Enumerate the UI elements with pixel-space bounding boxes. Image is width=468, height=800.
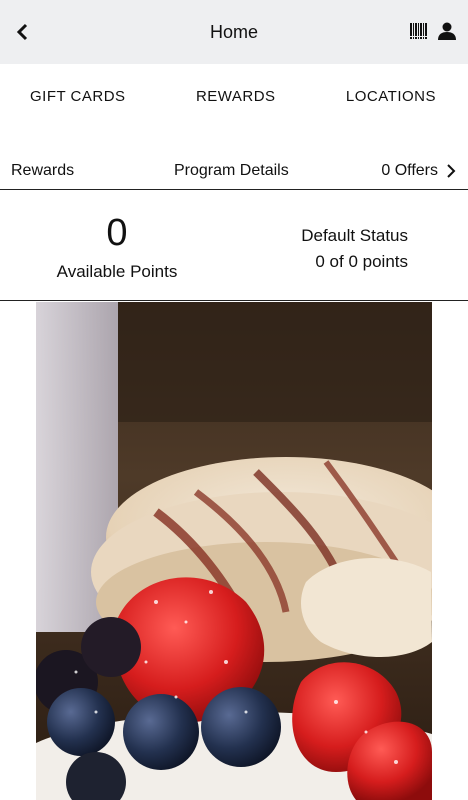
subnav-rewards[interactable]: Rewards: [11, 162, 74, 180]
main-nav: GIFT CARDS REWARDS LOCATIONS: [0, 64, 468, 128]
barcode-button[interactable]: [408, 19, 430, 43]
page-title: Home: [209, 21, 258, 42]
tab-rewards[interactable]: REWARDS: [196, 88, 276, 105]
pancakes-berries-image: [36, 302, 432, 800]
status-progress: 0 of 0 points: [315, 252, 408, 271]
chevron-left-icon: [16, 23, 28, 41]
available-points-value: 0: [106, 212, 128, 254]
status-title: Default Status: [301, 226, 408, 245]
offers-label: 0 Offers: [381, 161, 438, 179]
tab-locations[interactable]: LOCATIONS: [346, 88, 436, 105]
header-actions: [408, 19, 458, 43]
barcode-icon: [410, 23, 427, 39]
chevron-right-icon: [447, 163, 456, 178]
subnav-program-details[interactable]: Program Details: [174, 162, 289, 180]
points-status: 0 Available Points Default Status 0 of 0…: [0, 190, 468, 301]
available-points-label: Available Points: [56, 262, 178, 281]
status-summary: Default Status 0 of 0 points: [301, 223, 408, 275]
account-button[interactable]: [436, 19, 458, 43]
tab-gift-cards[interactable]: GIFT CARDS: [30, 88, 126, 105]
hero-image: [36, 302, 432, 800]
top-bar: Home: [0, 0, 468, 64]
subnav-offers[interactable]: 0 Offers: [381, 162, 456, 180]
rewards-subnav: Rewards Program Details 0 Offers: [0, 152, 468, 190]
user-icon: [438, 22, 456, 40]
back-button[interactable]: [10, 20, 34, 44]
